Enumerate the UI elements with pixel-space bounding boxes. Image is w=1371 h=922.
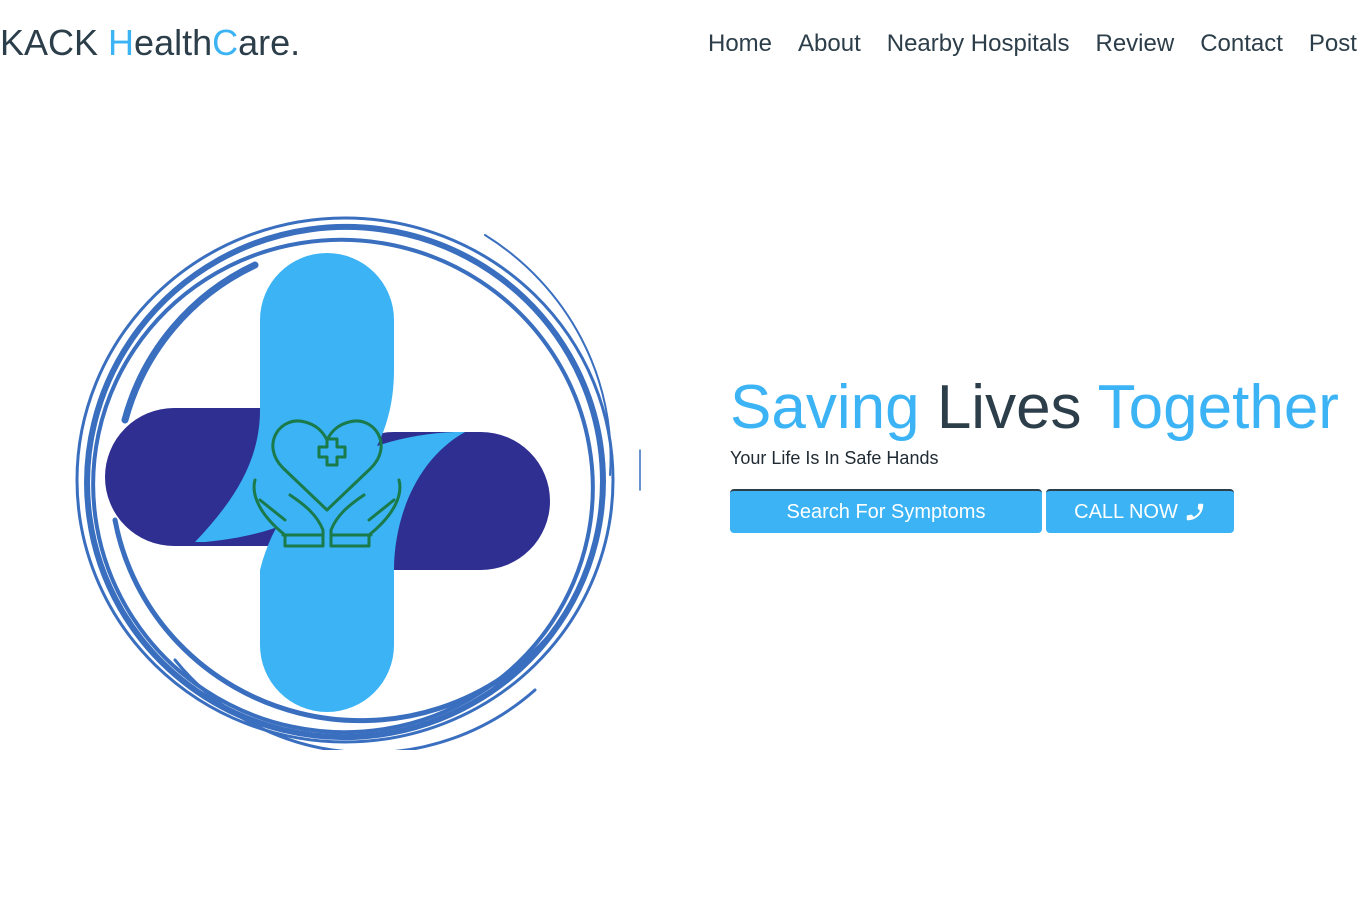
- nav-contact[interactable]: Contact: [1200, 30, 1283, 58]
- search-symptoms-button[interactable]: Search For Symptoms: [730, 489, 1042, 533]
- brand-part: are.: [238, 22, 301, 63]
- medical-cross-heart-hands-logo-icon: [75, 216, 641, 755]
- healthcare-logo: [55, 190, 655, 755]
- nav-review[interactable]: Review: [1096, 30, 1175, 58]
- brand-part: KACK: [0, 22, 109, 63]
- hero-section: Saving Lives Together Your Life Is In Sa…: [730, 370, 1370, 533]
- call-now-label: CALL NOW: [1074, 500, 1178, 523]
- hero-title-word: Together: [1097, 373, 1339, 442]
- search-symptoms-label: Search For Symptoms: [786, 500, 986, 523]
- hero-buttons: Search For Symptoms CALL NOW: [730, 489, 1370, 533]
- hero-subtitle: Your Life Is In Safe Hands: [730, 448, 939, 468]
- brand-accent-letter: C: [212, 22, 239, 63]
- nav-home[interactable]: Home: [708, 30, 772, 58]
- brand-logo-text[interactable]: KACK HealthCare.: [0, 22, 300, 64]
- hero-title-word: Lives: [936, 373, 1082, 442]
- brand-part: ealth: [134, 22, 213, 63]
- brand-accent-letter: H: [108, 22, 135, 63]
- hero-title: Saving Lives Together: [730, 370, 1370, 446]
- hero-title-word: Saving: [730, 373, 920, 442]
- phone-icon: [1186, 503, 1204, 521]
- nav-nearby-hospitals[interactable]: Nearby Hospitals: [887, 30, 1070, 58]
- call-now-button[interactable]: CALL NOW: [1046, 489, 1234, 533]
- nav-about[interactable]: About: [798, 30, 861, 58]
- nav-post[interactable]: Post: [1309, 30, 1357, 58]
- main-nav: Home About Nearby Hospitals Review Conta…: [708, 30, 1357, 58]
- site-header: KACK HealthCare. Home About Nearby Hospi…: [0, 0, 1371, 92]
